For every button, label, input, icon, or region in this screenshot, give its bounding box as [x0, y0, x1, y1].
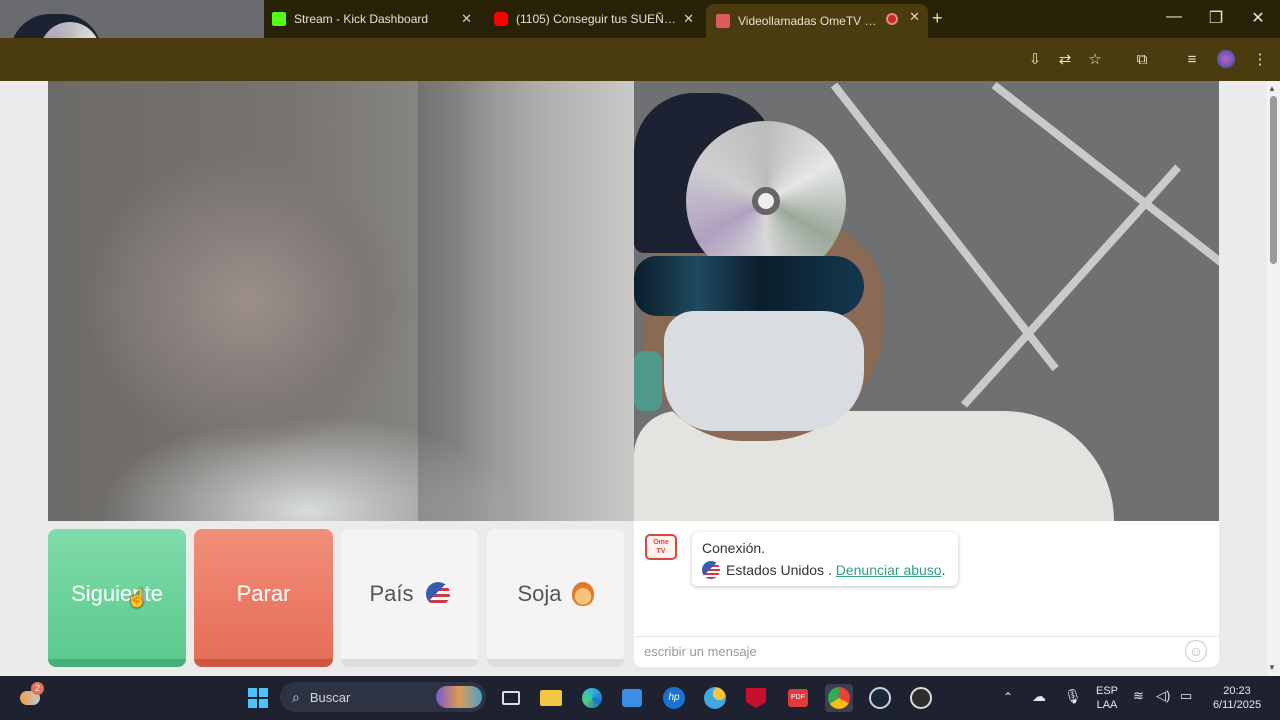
bookmark-star-icon[interactable]: ☆ — [1085, 50, 1105, 70]
translate-icon[interactable]: ⇄ — [1055, 50, 1075, 70]
woman-emoji-icon — [571, 582, 594, 606]
weather-app-icon[interactable] — [701, 684, 729, 712]
next-button-label: Siguiente — [71, 581, 163, 606]
remote-video-blur — [418, 81, 498, 521]
install-app-icon[interactable]: ⇩ — [1025, 50, 1045, 70]
ometv-favicon-icon — [716, 14, 730, 28]
us-flag-icon — [425, 582, 450, 606]
tab-title: Stream - Kick Dashboard — [294, 12, 429, 26]
scroll-down-icon[interactable]: ▼ — [1268, 663, 1276, 672]
scrollbar-thumb[interactable] — [1270, 96, 1277, 264]
tab-youtube[interactable]: (1105) Conseguir tus SUEÑOS c ✕ — [484, 6, 702, 32]
language-code: ESP — [1095, 685, 1118, 697]
battery-icon[interactable]: ▭ — [1180, 688, 1192, 704]
profile-avatar-icon[interactable] — [1216, 50, 1236, 70]
clock[interactable]: 20:23 6/11/2025 — [1205, 684, 1269, 712]
language-layout: LAA — [1096, 699, 1118, 711]
emoji-icon[interactable]: ☺ — [1185, 640, 1207, 662]
file-explorer-icon[interactable] — [537, 684, 565, 712]
mouse-cursor-icon: ☝ — [126, 588, 149, 608]
search-icon: ⌕ — [292, 688, 300, 705]
report-suffix: . — [941, 562, 946, 578]
report-abuse-link[interactable]: Denunciar abuso — [836, 562, 942, 578]
task-view-icon[interactable] — [497, 684, 525, 712]
close-window-button[interactable]: ✕ — [1238, 8, 1278, 28]
search-highlight-art — [436, 686, 482, 708]
new-tab-button[interactable]: + — [932, 8, 943, 29]
wifi-icon[interactable]: ≋ — [1133, 688, 1144, 704]
chrome-browser-icon[interactable] — [825, 684, 853, 712]
us-flag-icon — [702, 561, 720, 579]
edge-browser-icon[interactable] — [578, 684, 606, 712]
person-sunglasses — [634, 256, 864, 316]
microphone — [634, 351, 662, 411]
kick-favicon-icon — [272, 12, 286, 26]
partner-country: Estados Unidos . — [726, 562, 832, 578]
minimize-button[interactable]: — — [1154, 8, 1194, 26]
onedrive-cloud-icon[interactable]: ☁ — [1032, 688, 1046, 705]
stop-button-label: Parar — [236, 581, 291, 606]
local-video-feed — [634, 81, 1219, 521]
clock-date: 6/11/2025 — [1212, 699, 1262, 711]
media-control-icon[interactable]: ≡ — [1182, 50, 1202, 70]
ometv-logo-icon: Ome TV — [645, 534, 677, 560]
chat-message-input[interactable] — [644, 637, 1164, 665]
extensions-icon[interactable]: ⧉ — [1132, 50, 1152, 70]
language-indicator[interactable]: ESP LAA — [1092, 684, 1122, 712]
mcafee-icon[interactable] — [742, 684, 770, 712]
search-label: Buscar — [309, 689, 351, 705]
volume-icon[interactable]: ◁) — [1156, 688, 1170, 704]
obs-studio-icon[interactable] — [907, 684, 935, 712]
notification-badge: 2 — [31, 682, 44, 695]
tray-overflow-chevron-icon[interactable]: ⌃ — [1003, 690, 1013, 704]
tab-close-icon[interactable]: ✕ — [461, 11, 472, 27]
clock-time: 20:23 — [1223, 685, 1251, 697]
pdf-app-icon[interactable]: PDF — [784, 684, 812, 712]
country-filter-button[interactable]: País — [341, 529, 478, 667]
recording-indicator-icon — [886, 13, 898, 25]
person-face-mask — [664, 311, 864, 431]
gender-button-label: Soja — [517, 581, 562, 606]
steam-icon[interactable] — [866, 684, 894, 712]
youtube-favicon-icon — [494, 12, 508, 26]
gender-filter-button[interactable]: Soja — [487, 529, 624, 667]
connection-message: Conexión. — [702, 540, 766, 556]
logo-line: Ome — [653, 539, 669, 546]
remote-video-feed — [48, 81, 634, 521]
tab-close-icon[interactable]: ✕ — [909, 9, 920, 25]
cd-disc-center — [752, 187, 780, 215]
chat-input-bar — [634, 636, 1219, 667]
tab-close-icon[interactable]: ✕ — [683, 11, 694, 27]
partner-country-line: Estados Unidos . Denunciar abuso. — [702, 561, 948, 579]
hp-app-icon[interactable]: hp — [660, 684, 688, 712]
next-button[interactable]: Siguiente — [48, 529, 186, 667]
maximize-button[interactable]: ❐ — [1196, 8, 1236, 28]
menu-kebab-icon[interactable]: ⋮ — [1250, 50, 1270, 70]
system-message-bubble: Conexión. Estados Unidos . Denunciar abu… — [692, 532, 958, 586]
stop-button[interactable]: Parar — [194, 529, 333, 667]
tab-title: Videollamadas OmeTV — A — [738, 14, 878, 28]
microsoft-store-icon[interactable] — [618, 684, 646, 712]
tab-kick-dashboard[interactable]: Stream - Kick Dashboard ✕ — [262, 6, 480, 32]
logo-line: TV — [656, 548, 666, 555]
country-button-label: País — [369, 581, 414, 606]
tab-ometv[interactable]: Videollamadas OmeTV — A ✕ — [706, 4, 928, 38]
microphone-icon[interactable]: 🎙 — [1064, 688, 1082, 705]
scroll-up-icon[interactable]: ▲ — [1268, 84, 1276, 93]
tab-title: (1105) Conseguir tus SUEÑOS c — [516, 12, 676, 26]
start-windows-icon[interactable] — [244, 684, 272, 712]
